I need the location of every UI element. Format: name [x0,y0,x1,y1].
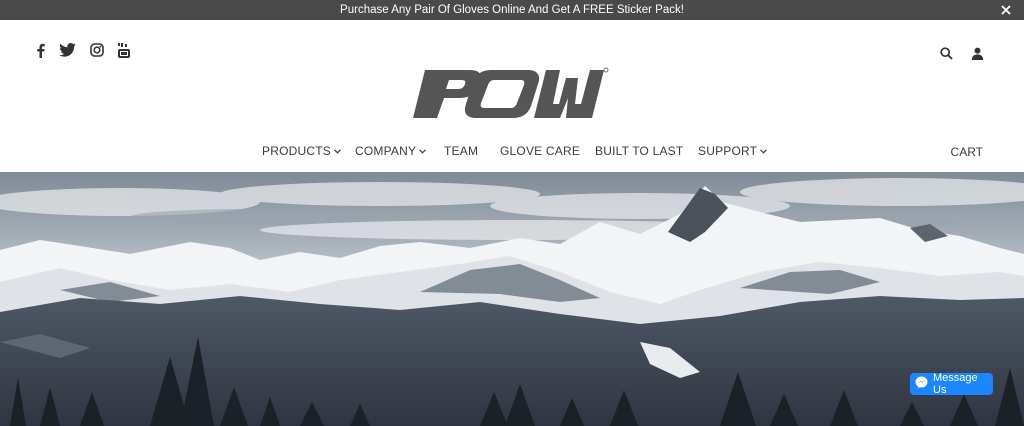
nav-products-label: PRODUCTS [262,144,331,158]
nav-company[interactable]: COMPANY [355,144,444,158]
nav-built-to-last[interactable]: BUILT TO LAST [595,144,698,158]
nav-company-label: COMPANY [355,144,417,158]
messenger-label: Message Us [933,372,978,396]
youtube-icon[interactable] [118,41,130,59]
facebook-icon[interactable] [36,41,45,59]
nav-team[interactable]: TEAM [444,144,500,158]
chevron-down-icon [760,148,768,154]
instagram-icon[interactable] [90,41,104,59]
brand-logo[interactable] [410,66,610,122]
chevron-down-icon [419,148,427,154]
chevron-down-icon [334,148,341,154]
site-header: PRODUCTS COMPANY TEAM GLOVE CARE BUILT T… [0,20,1024,172]
social-links [36,41,130,59]
nav-built-to-last-label: BUILT TO LAST [595,144,684,158]
main-nav: PRODUCTS COMPANY TEAM GLOVE CARE BUILT T… [262,144,768,158]
nav-support-label: SUPPORT [698,144,758,158]
cart-link[interactable]: CART [951,145,983,159]
messenger-icon [915,376,928,392]
nav-glove-care-label: GLOVE CARE [500,144,581,158]
nav-team-label: TEAM [444,144,479,158]
nav-glove-care[interactable]: GLOVE CARE [500,144,595,158]
nav-products[interactable]: PRODUCTS [262,144,355,158]
announcement-bar: Purchase Any Pair Of Gloves Online And G… [0,0,1024,20]
close-icon[interactable] [998,2,1014,18]
messenger-button[interactable]: Message Us [910,372,993,396]
announcement-text: Purchase Any Pair Of Gloves Online And G… [340,4,684,16]
account-icon[interactable] [971,47,984,60]
utility-icons [940,47,984,60]
nav-support[interactable]: SUPPORT [698,144,768,158]
search-icon[interactable] [940,47,953,60]
hero-image [0,172,1024,426]
twitter-icon[interactable] [59,41,76,59]
